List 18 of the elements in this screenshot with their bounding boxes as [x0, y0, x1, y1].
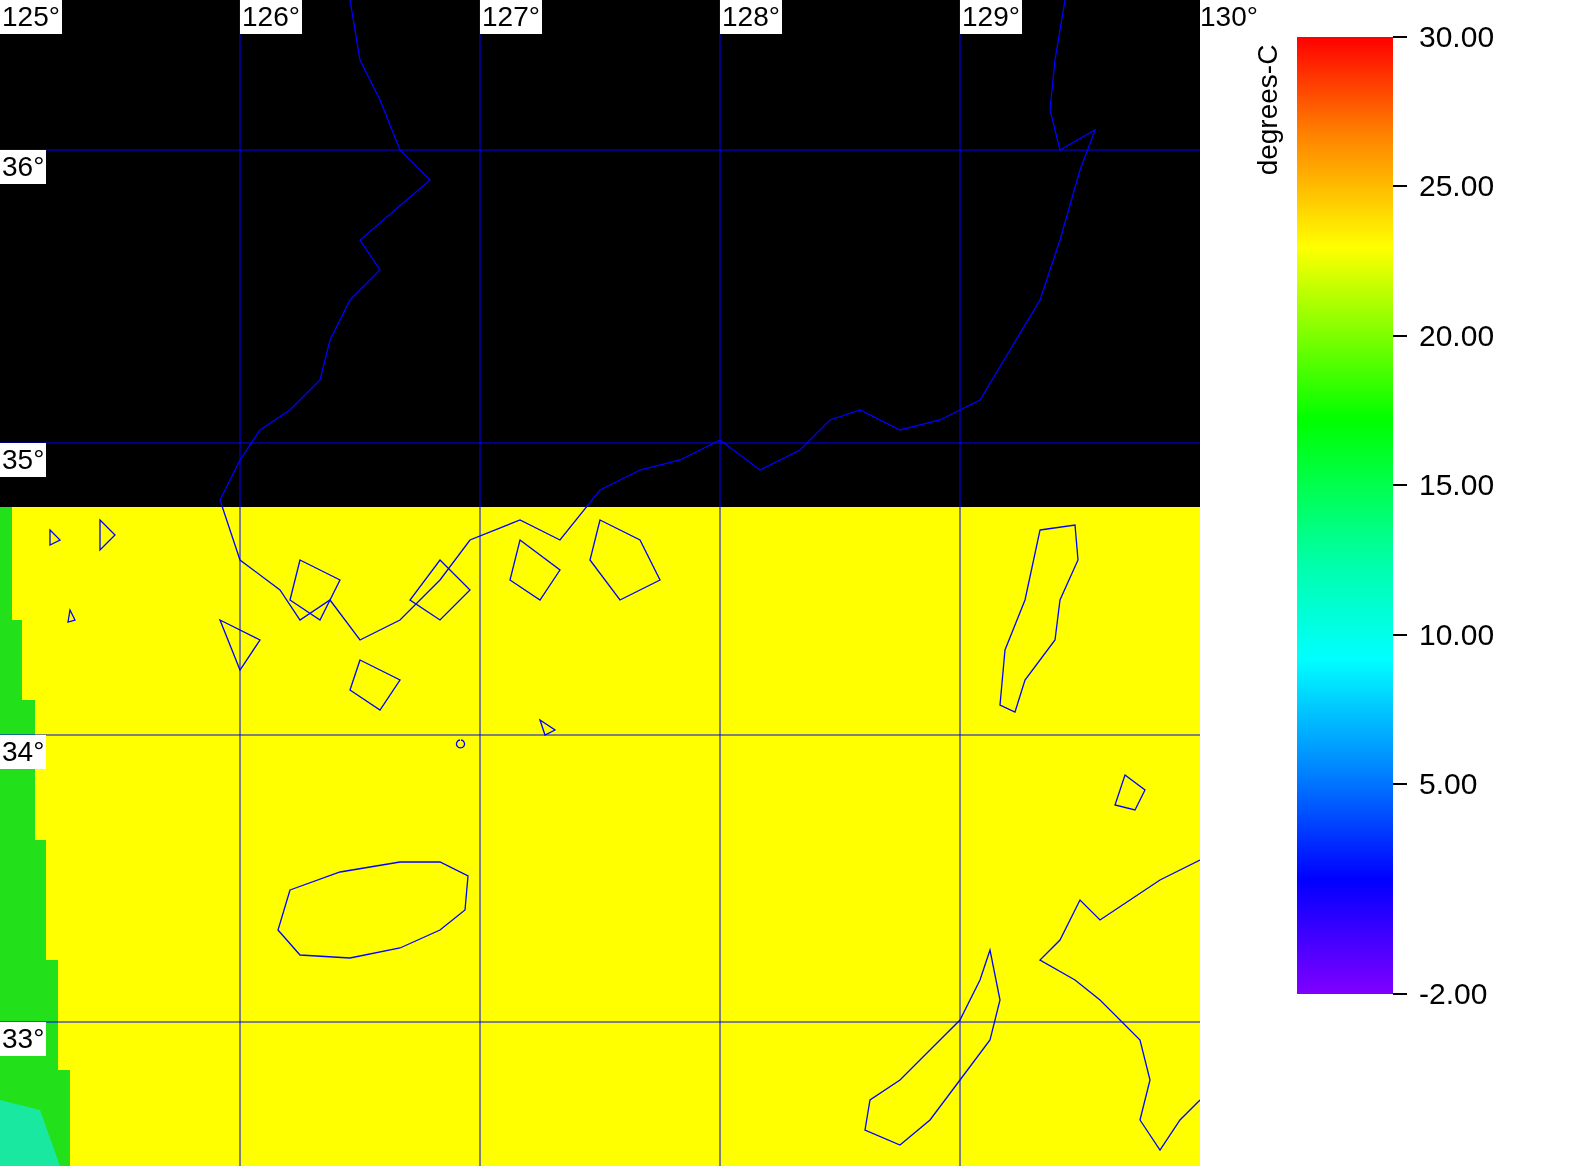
longitude-label: 127°: [480, 0, 542, 34]
longitude-label: 126°: [240, 0, 302, 34]
latitude-label: 36°: [0, 150, 47, 184]
colorbar-tick-label: 20.00: [1419, 319, 1495, 353]
colorbar-tick-label: 25.00: [1419, 169, 1495, 203]
longitude-label: 125°: [0, 0, 62, 34]
colorbar-title: degrees-C: [1252, 44, 1284, 176]
colorbar-tick-label: 15.00: [1419, 468, 1495, 502]
longitude-label: 129°: [960, 0, 1022, 34]
colorbar-tick-label: 30.00: [1419, 20, 1495, 54]
latitude-label: 34°: [0, 735, 47, 769]
axis-end-label: 130°: [1200, 0, 1258, 34]
colorbar-tick-label: -2.00: [1419, 977, 1488, 1011]
latitude-label: 35°: [0, 443, 47, 477]
colorbar-tick-label: 5.00: [1419, 767, 1478, 801]
longitude-label: 128°: [720, 0, 782, 34]
colorbar-tick-label: 10.00: [1419, 618, 1495, 652]
latitude-label: 33°: [0, 1022, 47, 1056]
